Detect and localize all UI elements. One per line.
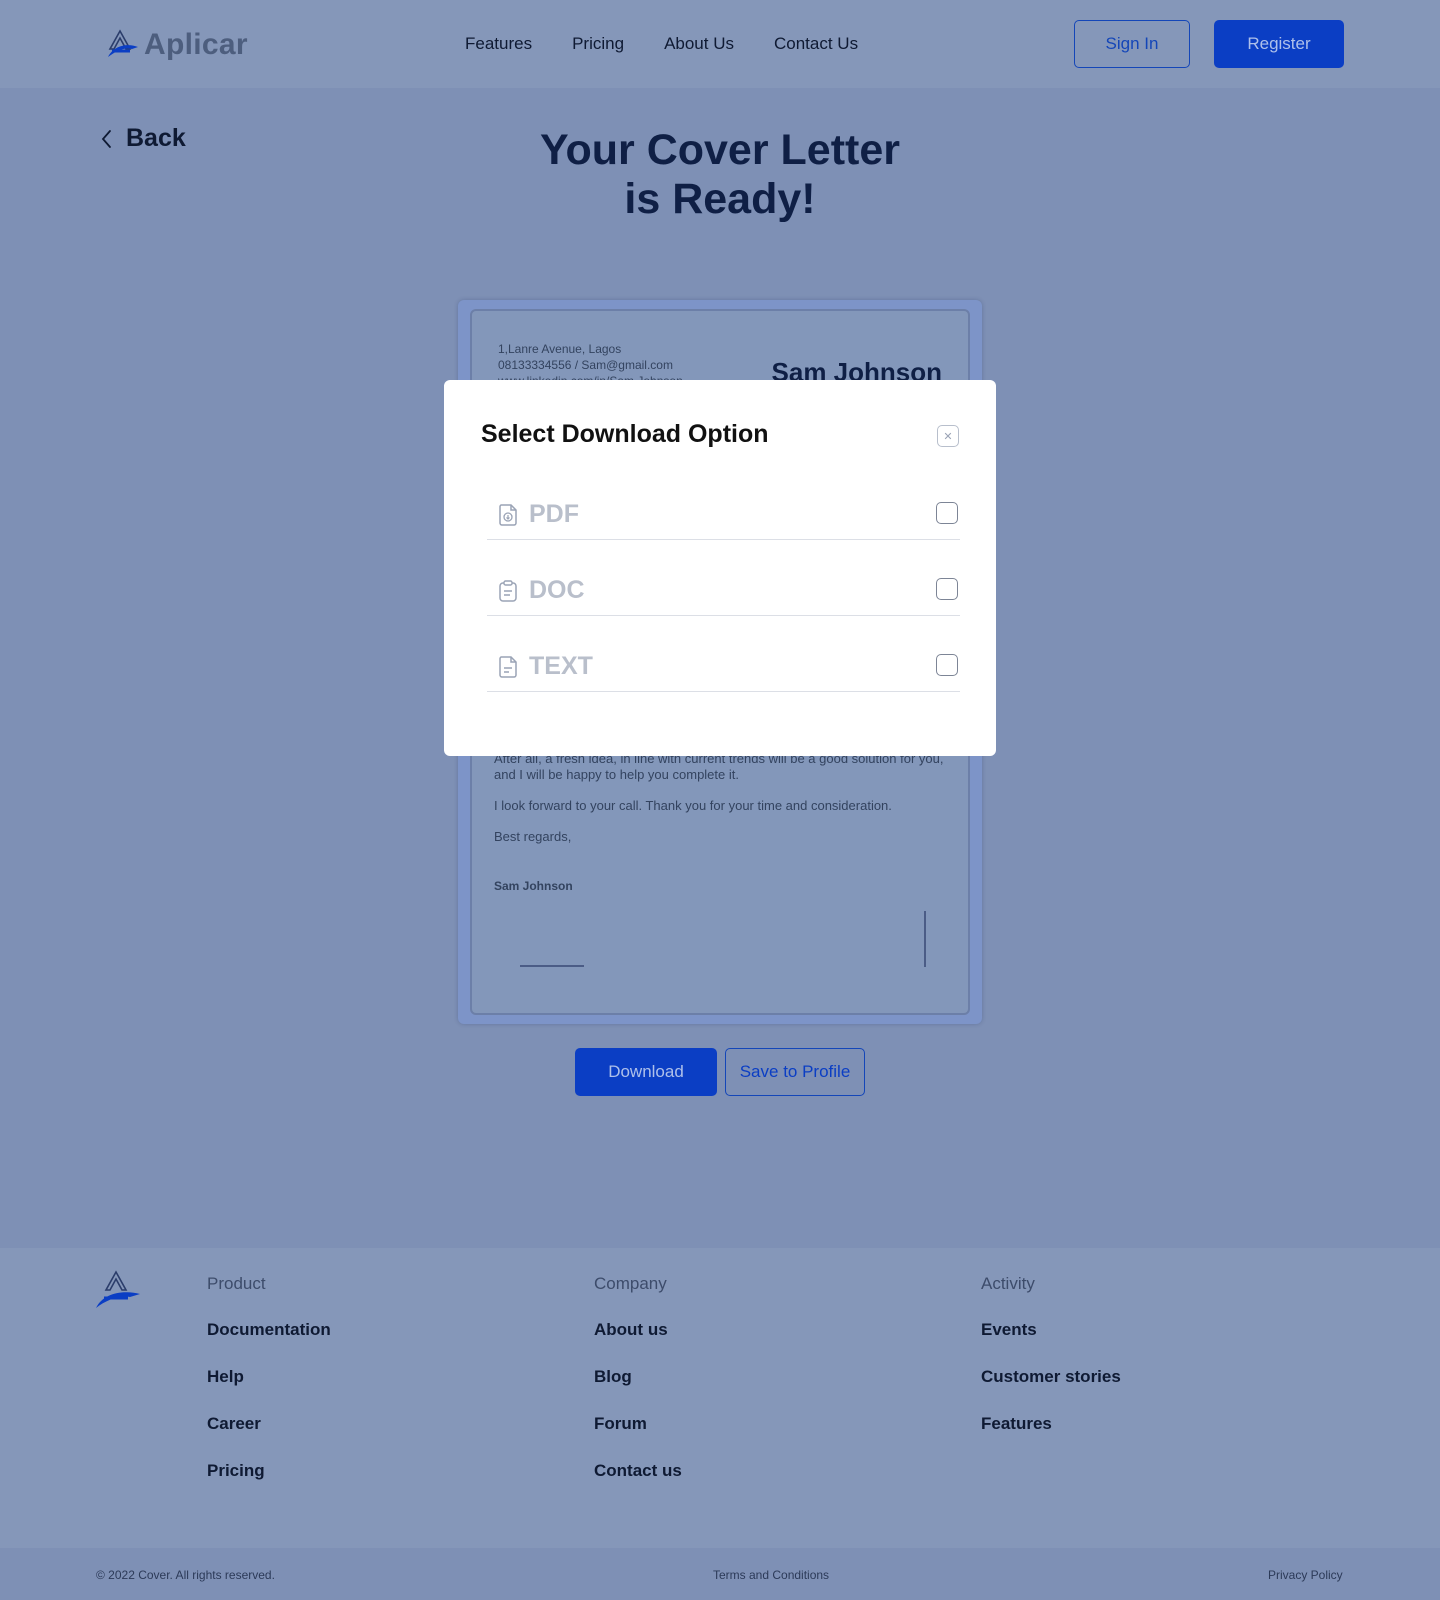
- option-doc[interactable]: DOC: [487, 566, 960, 616]
- letter-paragraph: I look forward to your call. Thank you f…: [494, 798, 892, 813]
- modal-title: Select Download Option: [481, 420, 769, 448]
- back-label: Back: [126, 124, 186, 152]
- footer-column-company: Company About us Blog Forum Contact us: [594, 1274, 682, 1508]
- footer-link-features[interactable]: Features: [981, 1414, 1121, 1434]
- brand-logo[interactable]: Aplicar: [106, 28, 248, 62]
- footer-link-forum[interactable]: Forum: [594, 1414, 682, 1434]
- footer-heading: Company: [594, 1274, 667, 1293]
- letter-closing: Best regards,: [494, 829, 572, 844]
- divider-line: [924, 911, 926, 967]
- download-button[interactable]: Download: [575, 1048, 717, 1096]
- footer-link-blog[interactable]: Blog: [594, 1367, 682, 1387]
- text-checkbox[interactable]: [936, 654, 958, 676]
- footer-heading: Product: [207, 1274, 266, 1293]
- download-option-modal: Select Download Option ✕ PDF DOC TEXT: [444, 380, 996, 756]
- doc-checkbox[interactable]: [936, 578, 958, 600]
- copyright-text: © 2022 Cover. All rights reserved.: [96, 1568, 275, 1582]
- sign-in-button[interactable]: Sign In: [1074, 20, 1190, 68]
- footer-heading: Activity: [981, 1274, 1035, 1293]
- option-label: TEXT: [529, 652, 593, 680]
- privacy-link[interactable]: Privacy Policy: [1268, 1568, 1343, 1582]
- option-label: DOC: [529, 576, 585, 604]
- nav-about-us[interactable]: About Us: [664, 34, 734, 54]
- footer-logo[interactable]: [94, 1270, 142, 1317]
- close-icon[interactable]: ✕: [937, 425, 959, 447]
- logo-icon: [96, 1270, 140, 1308]
- register-button[interactable]: Register: [1214, 20, 1344, 68]
- logo-icon: [108, 29, 138, 57]
- page-title-line-1: Your Cover Letter: [540, 126, 900, 174]
- footer-link-contact-us[interactable]: Contact us: [594, 1461, 682, 1481]
- save-to-profile-button[interactable]: Save to Profile: [725, 1048, 865, 1096]
- option-text[interactable]: TEXT: [487, 642, 960, 692]
- footer-bottom-bar: © 2022 Cover. All rights reserved. Terms…: [0, 1548, 1440, 1600]
- option-label: PDF: [529, 500, 579, 528]
- text-file-icon: [499, 655, 517, 678]
- pdf-file-icon: [499, 503, 517, 526]
- footer-link-documentation[interactable]: Documentation: [207, 1320, 331, 1340]
- logo-text: Aplicar: [144, 28, 248, 61]
- clipboard-icon: [499, 579, 517, 602]
- footer-link-events[interactable]: Events: [981, 1320, 1121, 1340]
- chevron-left-icon: [101, 129, 111, 148]
- terms-link[interactable]: Terms and Conditions: [713, 1568, 829, 1582]
- nav-pricing[interactable]: Pricing: [572, 34, 624, 54]
- top-navbar: Aplicar Features Pricing About Us Contac…: [0, 0, 1440, 88]
- contact-line: 08133334556 / Sam@gmail.com: [498, 358, 673, 372]
- footer-link-about-us[interactable]: About us: [594, 1320, 682, 1340]
- letter-body: After all, a fresh idea, in line with cu…: [494, 751, 954, 860]
- footer-column-product: Product Documentation Help Career Pricin…: [207, 1274, 331, 1508]
- footer-link-career[interactable]: Career: [207, 1414, 331, 1434]
- main-nav: Features Pricing About Us Contact Us: [465, 34, 858, 54]
- footer-link-pricing[interactable]: Pricing: [207, 1461, 331, 1481]
- nav-contact-us[interactable]: Contact Us: [774, 34, 858, 54]
- signature-line: [520, 965, 584, 967]
- pdf-checkbox[interactable]: [936, 502, 958, 524]
- footer: Product Documentation Help Career Pricin…: [0, 1248, 1440, 1548]
- page-title-line-2: is Ready!: [624, 175, 816, 223]
- footer-column-activity: Activity Events Customer stories Feature…: [981, 1274, 1121, 1461]
- page-title: Your Cover Letter is Ready!: [420, 126, 1020, 224]
- address-line: 1,Lanre Avenue, Lagos: [498, 342, 622, 356]
- nav-features[interactable]: Features: [465, 34, 532, 54]
- option-pdf[interactable]: PDF: [487, 490, 960, 540]
- back-link[interactable]: Back: [100, 124, 186, 153]
- signature-name: Sam Johnson: [494, 879, 573, 893]
- footer-link-help[interactable]: Help: [207, 1367, 331, 1387]
- footer-link-customer-stories[interactable]: Customer stories: [981, 1367, 1121, 1387]
